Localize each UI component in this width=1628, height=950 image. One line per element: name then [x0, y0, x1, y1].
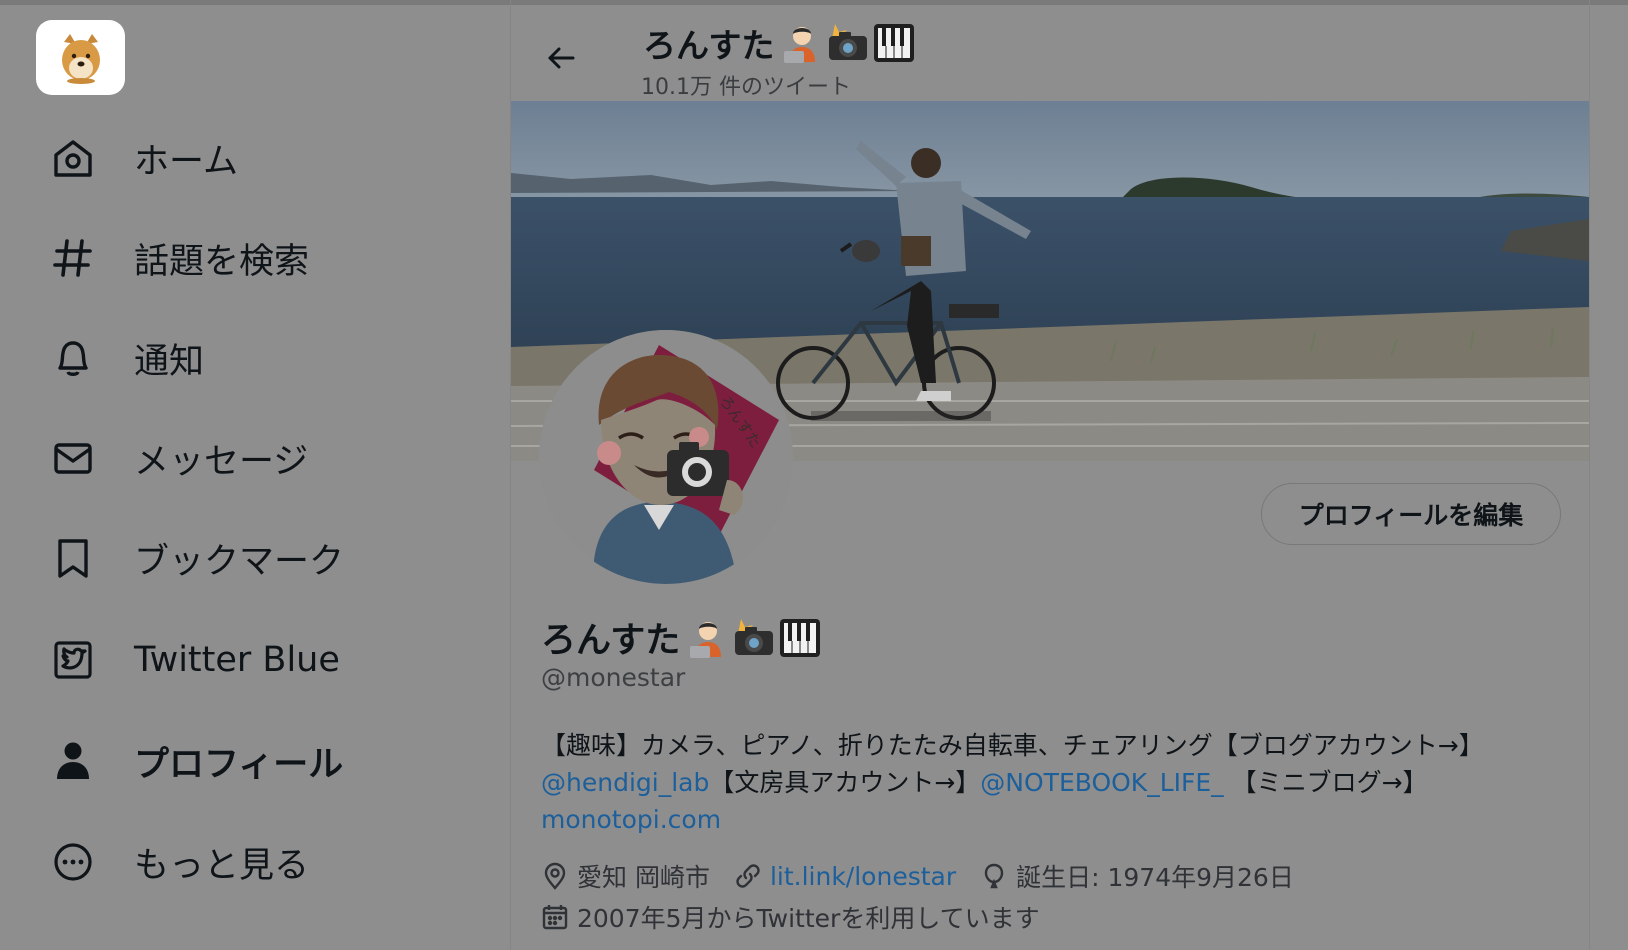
- camera-flash-emoji-icon: [735, 618, 774, 655]
- sidebar-item-messages[interactable]: メッセージ: [50, 428, 308, 488]
- hashtag-icon: [50, 235, 96, 281]
- name-emojis: [686, 617, 822, 659]
- bio-text: 【ミニブログ→】: [1223, 768, 1428, 797]
- sidebar-item-twitter-blue[interactable]: Twitter Blue: [50, 630, 340, 690]
- profile-name: ろんすた: [541, 612, 822, 663]
- header-name: ろんすた: [643, 26, 775, 65]
- sidebar: ホーム 話題を検索 通知 メッセージ ブックマーク Twitter Blue プ…: [0, 0, 510, 950]
- bio-mention-link[interactable]: @NOTEBOOK_LIFE_: [980, 768, 1223, 797]
- profile-column: ろんすた 10.1万 件のツイート ろんすた プロフィールを編集 ろんすた @m…: [510, 0, 1590, 950]
- twitter-blue-icon: [50, 637, 96, 683]
- profile-avatar[interactable]: ろんすた: [539, 330, 793, 584]
- sidebar-item-bookmarks[interactable]: ブックマーク: [50, 528, 344, 588]
- sidebar-item-label: メッセージ: [134, 441, 309, 482]
- piano-keys-emoji-icon: [874, 24, 915, 62]
- profile-header: ろんすた 10.1万 件のツイート: [511, 5, 1589, 101]
- arrow-left-icon: [548, 47, 575, 69]
- envelope-icon: [50, 435, 96, 481]
- bookmark-icon: [50, 535, 96, 581]
- bio-text: 【文房具アカウント→】: [709, 768, 981, 797]
- sidebar-item-more[interactable]: もっと見る: [50, 832, 309, 892]
- sidebar-item-profile[interactable]: プロフィール: [50, 731, 343, 791]
- technologist-emoji-icon: [690, 621, 722, 658]
- display-name: ろんすた: [541, 621, 681, 661]
- joined-item: 2007年5月からTwitterを利用しています: [541, 899, 1040, 935]
- sidebar-item-home[interactable]: ホーム: [50, 128, 238, 188]
- bio-mention-link[interactable]: @hendigi_lab: [541, 768, 709, 797]
- profile-bio: 【趣味】カメラ、ピアノ、折りたたみ自転車、チェアリング【ブログアカウント→】 @…: [541, 727, 1551, 838]
- sidebar-item-label: 通知: [134, 341, 205, 382]
- website-item: lit.link/lonestar: [734, 862, 956, 891]
- calendar-icon: [542, 905, 568, 930]
- header-emojis: [780, 22, 916, 64]
- birthday-item: 誕生日: 1974年9月26日: [980, 858, 1294, 894]
- home-icon: [50, 135, 96, 181]
- piano-keys-emoji-icon: [780, 618, 821, 657]
- person-icon: [50, 738, 96, 784]
- balloon-icon: [984, 863, 1004, 889]
- sidebar-item-label: もっと見る: [134, 845, 310, 886]
- camera-flash-emoji-icon: [829, 24, 868, 60]
- link-icon: [736, 864, 760, 888]
- shiba-dog-icon: [61, 33, 100, 84]
- birthday-text: 誕生日: 1974年9月26日: [1016, 863, 1294, 892]
- website-link[interactable]: lit.link/lonestar: [770, 862, 956, 891]
- location-item: 愛知 岡崎市: [541, 858, 710, 894]
- sidebar-item-notifications[interactable]: 通知: [50, 328, 204, 388]
- location-pin-icon: [544, 862, 566, 890]
- joined-text: 2007年5月からTwitterを利用しています: [577, 904, 1040, 933]
- profile-handle: @monestar: [541, 663, 686, 692]
- sidebar-item-explore[interactable]: 話題を検索: [50, 228, 309, 288]
- back-button[interactable]: [541, 38, 581, 78]
- sidebar-item-label: Twitter Blue: [134, 640, 340, 680]
- bell-icon: [50, 335, 96, 381]
- sidebar-item-label: 話題を検索: [134, 241, 310, 282]
- tweet-count: 10.1万 件のツイート: [641, 75, 851, 100]
- more-circle-icon: [50, 839, 96, 885]
- sidebar-item-label: ホーム: [134, 141, 238, 182]
- technologist-emoji-icon: [784, 27, 816, 63]
- bio-text: 【趣味】カメラ、ピアノ、折りたたみ自転車、チェアリング【ブログアカウント→】: [541, 731, 1484, 760]
- header-title: ろんすた: [643, 19, 916, 67]
- sidebar-item-label: ブックマーク: [134, 541, 345, 582]
- profile-meta: 愛知 岡崎市 lit.link/lonestar 誕生日: 1974年9月26日: [541, 858, 1318, 894]
- bio-url-link[interactable]: monotopi.com: [541, 805, 721, 834]
- edit-profile-button[interactable]: プロフィールを編集: [1261, 483, 1561, 545]
- profile-joined: 2007年5月からTwitterを利用しています: [541, 899, 1064, 935]
- sidebar-item-label: プロフィール: [134, 744, 344, 785]
- app-logo[interactable]: [36, 20, 125, 95]
- location-text: 愛知 岡崎市: [577, 863, 710, 892]
